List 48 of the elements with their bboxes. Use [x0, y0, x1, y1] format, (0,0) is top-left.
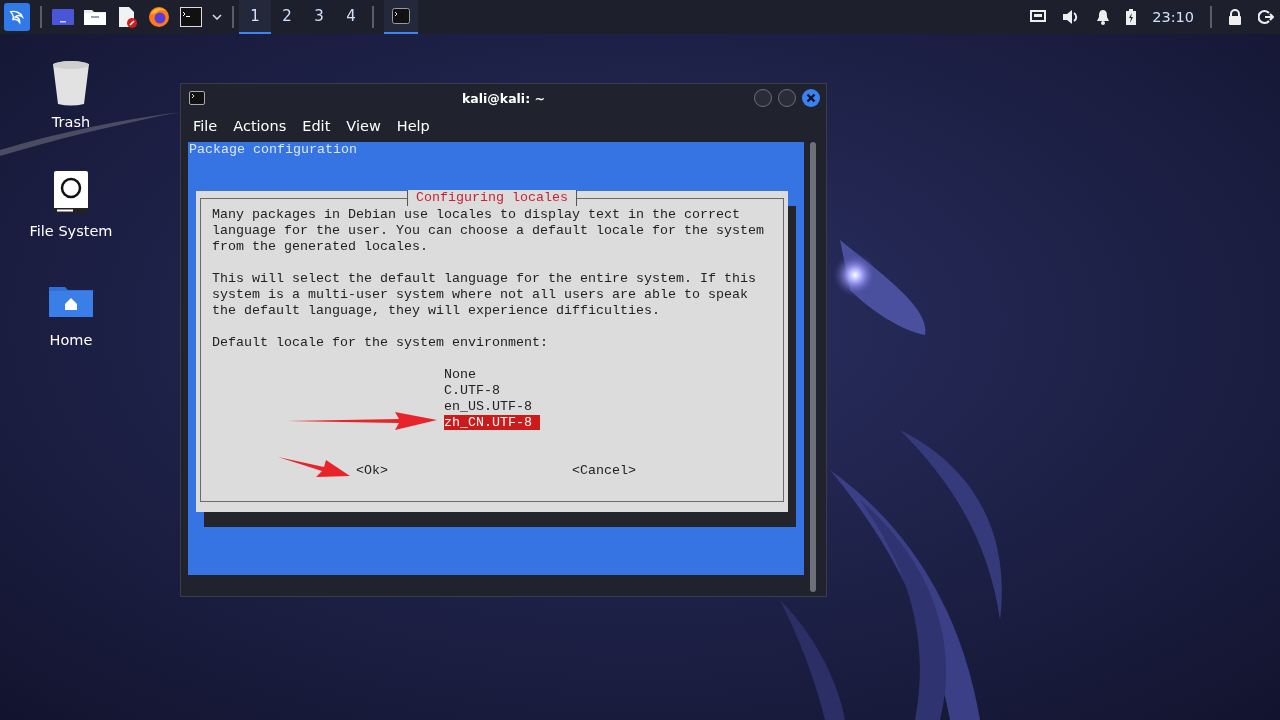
icon-label[interactable]: Trash: [51, 114, 91, 130]
workspace-tab[interactable]: 1: [239, 0, 271, 34]
dialog-text: Many packages in Debian use locales to display text in the correct language for the user. You can choose a default locale for the system from the generated locales.: [212, 207, 765, 255]
lock-icon[interactable]: [1228, 9, 1242, 25]
folder-icon[interactable]: [84, 8, 106, 26]
menu-item[interactable]: View: [346, 118, 381, 134]
dialog-text: This will select the default language for the entire system. If this system is a multi-user system where not all users are able to speak the default language, they will experience difficulties.: [212, 271, 757, 319]
locale-option[interactable]: zh_CN.UTF-8: [444, 415, 540, 430]
menu-item[interactable]: File: [193, 118, 218, 134]
menu-item[interactable]: Edit: [302, 118, 331, 134]
dialog-button[interactable]: <Cancel>: [572, 463, 636, 479]
document-icon[interactable]: [116, 6, 138, 28]
scrollbar-thumb[interactable]: [810, 142, 816, 592]
menu-item[interactable]: Help: [396, 118, 430, 134]
trash-icon[interactable]: [51, 60, 91, 106]
window-title: kali@kali: ~: [461, 90, 546, 106]
workspace-tab[interactable]: 2: [271, 0, 303, 34]
bell-icon[interactable]: [1096, 9, 1111, 25]
dialog-title: Configuring locales: [407, 190, 577, 206]
locale-option[interactable]: C.UTF-8: [444, 383, 508, 398]
icon-label[interactable]: File System: [29, 223, 113, 239]
desktop-icon[interactable]: [52, 8, 74, 26]
browser-icon[interactable]: [148, 6, 170, 28]
icon-label[interactable]: Home: [49, 332, 93, 348]
terminal-header-text: Package configuration: [188, 142, 358, 158]
caret-icon[interactable]: [212, 14, 222, 20]
menu-item[interactable]: Actions: [233, 118, 287, 134]
window-task-button[interactable]: [384, 0, 418, 34]
network-icon[interactable]: [1030, 10, 1047, 24]
locale-option[interactable]: en_US.UTF-8: [444, 399, 540, 414]
battery-icon[interactable]: [1126, 9, 1137, 25]
drive-icon[interactable]: [53, 170, 89, 214]
locale-option[interactable]: None: [444, 367, 484, 382]
logout-icon[interactable]: [1258, 9, 1274, 25]
terminal-icon: [189, 91, 205, 105]
terminal-icon: [392, 8, 410, 24]
dialog-text: Default locale for the system environment:: [212, 335, 549, 351]
maximize-button[interactable]: [778, 89, 796, 107]
terminal-icon[interactable]: [180, 7, 202, 27]
workspace-tab[interactable]: 3: [303, 0, 335, 34]
clock-text[interactable]: 23:10: [1152, 9, 1194, 25]
close-icon[interactable]: [802, 89, 820, 107]
home-folder-icon[interactable]: [49, 285, 93, 317]
workspace-tab[interactable]: 4: [335, 0, 367, 34]
dragon-icon: [8, 8, 26, 26]
app-menu-button[interactable]: [4, 3, 30, 31]
dialog-button[interactable]: <Ok>: [356, 463, 388, 479]
minimize-button[interactable]: [754, 89, 772, 107]
